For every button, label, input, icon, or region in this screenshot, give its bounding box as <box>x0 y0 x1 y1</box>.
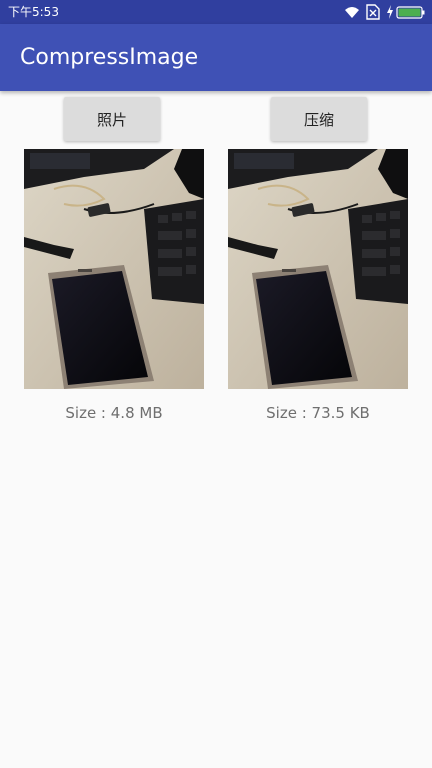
app-title: CompressImage <box>20 45 199 70</box>
status-bar: 下午5:53 <box>0 0 432 24</box>
app-bar: CompressImage <box>0 24 432 91</box>
photo-button[interactable]: 照片 <box>64 97 160 141</box>
wifi-icon <box>344 4 360 24</box>
compressed-size-label: Size : 73.5 KB <box>266 404 370 422</box>
original-size-label: Size : 4.8 MB <box>65 404 163 422</box>
compress-button[interactable]: 压缩 <box>271 97 367 141</box>
charging-icon <box>386 4 394 24</box>
no-sim-icon <box>366 4 380 24</box>
compressed-image <box>228 149 408 389</box>
status-time: 下午5:53 <box>8 5 59 19</box>
battery-icon <box>396 4 426 24</box>
original-image <box>24 149 204 389</box>
status-icons <box>344 4 426 20</box>
